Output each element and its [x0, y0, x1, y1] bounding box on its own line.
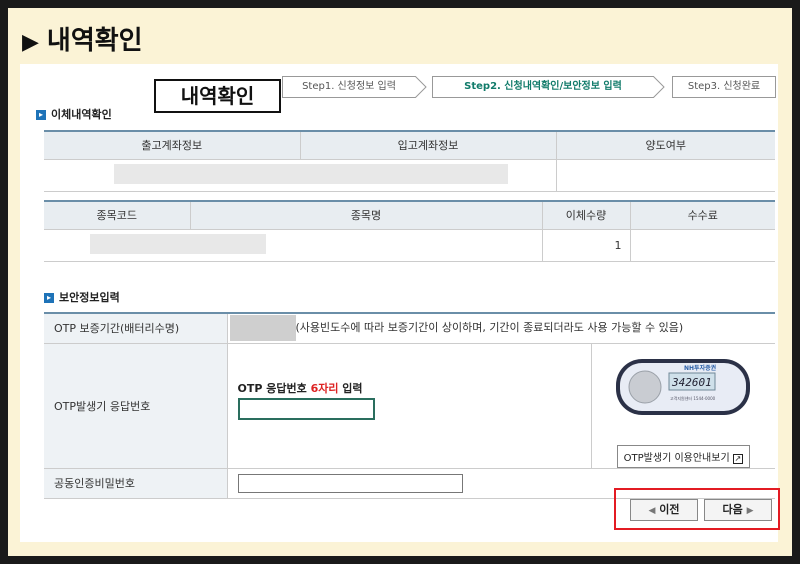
otp-period-label: OTP 보증기간(배터리수명) — [44, 312, 227, 344]
col-transfer-status: 양도여부 — [555, 130, 775, 160]
step-arrow-icon — [653, 76, 665, 98]
security-table: OTP 보증기간(배터리수명) (사용빈도수에 따라 보증기간이 상이하며, 기… — [44, 312, 775, 499]
nav-button-group: ◀ 이전 다음 ▶ — [614, 488, 780, 530]
col-stock-name: 종목명 — [189, 200, 542, 230]
fee-value — [629, 229, 775, 262]
bullet-arrow-icon: ▸ — [36, 110, 46, 120]
svg-text:342601: 342601 — [671, 376, 712, 389]
masked-period — [229, 315, 296, 342]
step-3: Step3. 신청완료 — [672, 76, 776, 98]
bullet-arrow-icon: ▸ — [44, 293, 54, 303]
security-section-title: ▸ 보안정보입력 — [44, 289, 120, 305]
col-quantity: 이체수량 — [541, 200, 630, 230]
prev-button[interactable]: ◀ 이전 — [630, 499, 698, 521]
col-stock-code: 종목코드 — [44, 200, 190, 230]
table-cell — [555, 159, 775, 192]
otp-guide-button[interactable]: OTP발생기 이용안내보기 ↗ — [616, 444, 750, 468]
external-link-icon: ↗ — [732, 453, 743, 464]
otp-period-value: (사용빈도수에 따라 보증기간이 상이하며, 기간이 종료되더라도 사용 가능할… — [226, 312, 775, 344]
otp-device-cell: 342601 NH투자증권 고객지원센터 1544-0000 OTP발생기 이용… — [590, 343, 775, 469]
col-outgoing-account: 출고계좌정보 — [44, 130, 300, 160]
step-arrow-icon — [415, 76, 427, 98]
otp-response-cell: OTP 응답번호 6자리 입력 — [226, 343, 591, 469]
quantity-value: 1 — [541, 229, 630, 262]
cert-password-input[interactable] — [237, 473, 463, 493]
next-button[interactable]: 다음 ▶ — [704, 499, 772, 521]
transfer-table: 출고계좌정보 입고계좌정보 양도여부 — [44, 130, 775, 192]
table-row — [44, 159, 556, 192]
masked-stock-info — [90, 233, 266, 254]
highlight-label: 내역확인 — [154, 79, 281, 113]
page-frame: ▶ 내역확인 ▸ 이체내역확인 내역확인 Step1. 신청정보 입력 Step2.… — [8, 8, 792, 556]
otp-device-icon: 342601 NH투자증권 고객지원센터 1544-0000 — [616, 358, 751, 415]
svg-text:NH투자증권: NH투자증권 — [684, 364, 717, 372]
stock-table: 종목코드 종목명 이체수량 수수료 1 — [44, 200, 775, 262]
content-panel: ▸ 이체내역확인 내역확인 Step1. 신청정보 입력 Step2. 신청내역확… — [20, 64, 780, 542]
page-title: ▶ 내역확인 — [22, 26, 143, 56]
masked-account-info — [114, 163, 508, 184]
col-fee: 수수료 — [629, 200, 775, 230]
col-incoming-account: 입고계좌정보 — [299, 130, 556, 160]
otp-response-label: OTP발생기 응답번호 — [44, 343, 227, 469]
cert-password-label: 공동인증비밀번호 — [44, 468, 227, 499]
otp-prompt: OTP 응답번호 6자리 입력 — [237, 381, 363, 395]
triangle-icon: ▶ — [22, 30, 39, 55]
chevron-left-icon: ◀ — [648, 506, 656, 516]
otp-response-input[interactable] — [237, 397, 375, 420]
table-row — [44, 229, 542, 262]
svg-text:고객지원센터 1544-0000: 고객지원센터 1544-0000 — [670, 395, 716, 401]
step-2: Step2. 신청내역확인/보안정보 입력 — [432, 76, 654, 98]
transfer-section-title: ▸ 이체내역확인 — [36, 106, 112, 122]
chevron-right-icon: ▶ — [746, 506, 754, 516]
step-1: Step1. 신청정보 입력 — [282, 76, 416, 98]
